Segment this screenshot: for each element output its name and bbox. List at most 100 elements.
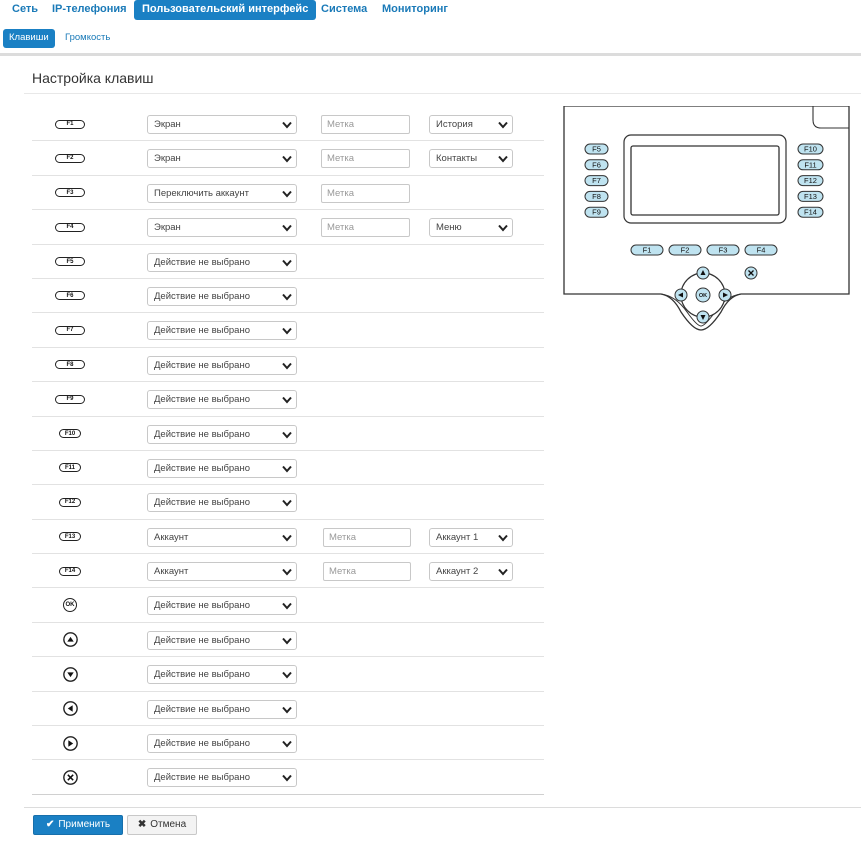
- action-select[interactable]: Действие не выбрано: [147, 734, 297, 754]
- action-select-value: Действие не выбрано: [154, 359, 250, 371]
- key-icon-cell: F3: [54, 186, 86, 200]
- phone-key-f7-label: F7: [592, 176, 601, 185]
- extra-select[interactable]: Меню: [429, 218, 513, 238]
- key-f4-icon: F4: [55, 222, 85, 232]
- action-select[interactable]: Экран: [147, 115, 297, 134]
- chevron-down-icon: [282, 431, 292, 439]
- topnav-tab-2[interactable]: Пользовательский интерфейс: [134, 0, 317, 20]
- action-select-value: Действие не выбрано: [154, 462, 250, 474]
- phone-ok-key-label: OK: [699, 293, 707, 299]
- extra-select[interactable]: Контакты: [429, 149, 513, 169]
- extra-select-value: Аккаунт 1: [436, 531, 479, 543]
- action-select[interactable]: Действие не выбрано: [147, 665, 297, 685]
- extra-select[interactable]: История: [429, 115, 513, 134]
- key-icon-cell: F7: [54, 323, 86, 337]
- chevron-down-icon: [282, 328, 292, 335]
- action-select-value: Действие не выбрано: [154, 634, 250, 646]
- screen-inner: [630, 145, 780, 216]
- chevron-down-icon: [282, 156, 292, 163]
- key-f6-icon: F6: [55, 291, 85, 301]
- key-icon-cell: F4: [54, 220, 86, 234]
- key-f5-icon: F5: [55, 257, 85, 267]
- topnav-tab-3[interactable]: Система: [313, 0, 375, 20]
- extra-select[interactable]: Аккаунт 2: [429, 562, 513, 582]
- chevron-down-icon: [498, 534, 508, 542]
- action-select[interactable]: Действие не выбрано: [147, 768, 297, 788]
- action-select[interactable]: Действие не выбрано: [147, 355, 297, 375]
- action-select[interactable]: Аккаунт: [147, 562, 297, 582]
- action-select[interactable]: Действие не выбрано: [147, 321, 297, 341]
- apply-button[interactable]: ✔ Применить: [33, 815, 123, 835]
- action-select[interactable]: Действие не выбрано: [147, 630, 297, 650]
- table-row: F12 Действие не выбрано: [32, 485, 544, 520]
- action-select[interactable]: Переключить аккаунт: [147, 183, 297, 203]
- chevron-down-icon: [282, 293, 292, 301]
- label-input[interactable]: Метка: [321, 218, 410, 238]
- table-row: Действие не выбрано: [32, 726, 544, 761]
- cancel-button[interactable]: ✖ Отмена: [127, 815, 197, 835]
- action-select-value: Экран: [154, 222, 181, 234]
- action-select[interactable]: Действие не выбрано: [147, 493, 297, 513]
- key-f10-icon: F10: [59, 429, 81, 439]
- action-select-value: Действие не выбрано: [154, 256, 250, 268]
- action-select[interactable]: Действие не выбрано: [147, 699, 297, 719]
- chevron-down-icon: [282, 534, 292, 542]
- label-input[interactable]: Метка: [321, 149, 410, 169]
- key-icon-cell: F13: [54, 530, 86, 544]
- topnav-tab-0[interactable]: Сеть: [4, 0, 46, 20]
- table-row: F3 Переключить аккаунт Метка: [32, 176, 544, 211]
- page-title: Настройка клавиш: [32, 70, 154, 86]
- label-input[interactable]: Метка: [321, 115, 410, 134]
- key-f1-icon: F1: [55, 119, 85, 129]
- phone-key-f2-label: F2: [681, 246, 690, 255]
- down-key-icon: [62, 666, 78, 682]
- left-key-icon: [62, 701, 78, 716]
- action-select[interactable]: Действие не выбрано: [147, 252, 297, 272]
- action-select[interactable]: Действие не выбрано: [147, 424, 297, 444]
- phone-key-f1-label: F1: [643, 246, 652, 255]
- chevron-down-icon: [282, 740, 292, 748]
- chevron-down-icon: [282, 775, 292, 782]
- key-icon-cell: F9: [54, 392, 86, 406]
- action-select[interactable]: Экран: [147, 218, 297, 238]
- label-input[interactable]: Метка: [323, 562, 411, 582]
- chevron-down-icon: [498, 568, 508, 576]
- key-f7-icon: F7: [55, 325, 85, 335]
- table-row: F6 Действие не выбрано: [32, 279, 544, 314]
- action-select-value: Действие не выбрано: [154, 325, 250, 337]
- key-f8-icon: F8: [55, 360, 85, 370]
- action-select[interactable]: Действие не выбрано: [147, 390, 297, 410]
- key-icon-cell: [54, 735, 86, 751]
- topnav-tab-4[interactable]: Мониторинг: [374, 0, 456, 20]
- phone-key-f14-label: F14: [804, 208, 817, 217]
- phone-key-f6-label: F6: [592, 160, 601, 169]
- label-input[interactable]: Метка: [323, 527, 411, 547]
- phone-key-f3-label: F3: [719, 246, 728, 255]
- subnav-tab-1[interactable]: Громкость: [59, 29, 116, 48]
- table-row: F14 Аккаунт Метка Аккаунт 2: [32, 554, 544, 589]
- phone-key-f8-label: F8: [592, 192, 601, 201]
- chevron-down-icon: [282, 500, 292, 507]
- topnav-tab-1[interactable]: IP-телефония: [44, 0, 135, 20]
- key-icon-cell: [54, 770, 86, 785]
- subnav-tab-0[interactable]: Клавиши: [3, 29, 55, 48]
- action-select[interactable]: Действие не выбрано: [147, 458, 297, 478]
- key-icon-cell: F6: [54, 289, 86, 303]
- chevron-down-icon: [498, 121, 508, 129]
- action-select-value: Действие не выбрано: [154, 428, 250, 440]
- nav-divider: [0, 53, 861, 56]
- extra-select-value: История: [436, 119, 473, 130]
- top-navigation: Сеть IP-телефония Пользовательский интерфе…: [0, 0, 861, 22]
- label-input[interactable]: Метка: [321, 183, 410, 203]
- action-select[interactable]: Экран: [147, 149, 297, 169]
- action-select[interactable]: Действие не выбрано: [147, 286, 297, 306]
- chevron-down-icon: [282, 225, 292, 232]
- action-select[interactable]: Действие не выбрано: [147, 596, 297, 616]
- table-row: Действие не выбрано: [32, 657, 544, 692]
- key-icon-cell: F11: [54, 461, 86, 475]
- action-select-value: Действие не выбрано: [154, 497, 250, 509]
- cancel-button-label: Отмена: [150, 819, 187, 830]
- action-select[interactable]: Аккаунт: [147, 527, 297, 547]
- key-icon-cell: F5: [54, 255, 86, 269]
- extra-select[interactable]: Аккаунт 1: [429, 527, 513, 547]
